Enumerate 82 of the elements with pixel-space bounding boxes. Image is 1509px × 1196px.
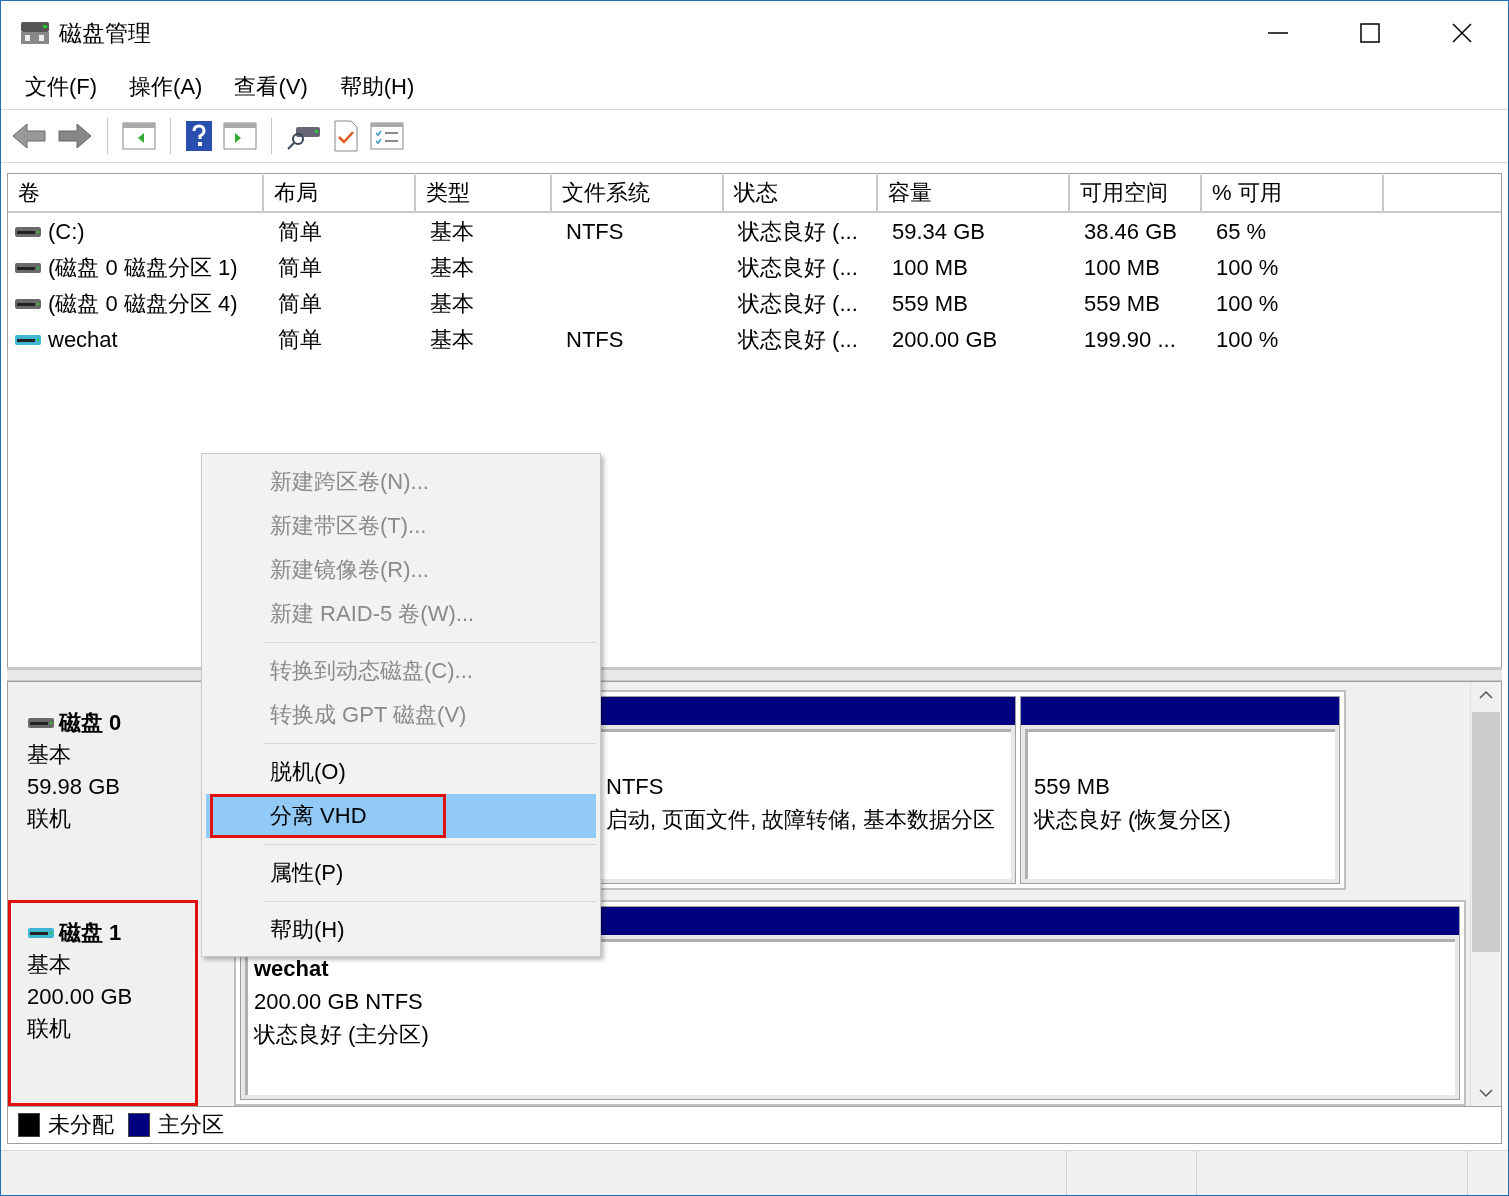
table-cell-text: 200.00 GB xyxy=(891,326,999,353)
table-cell-text: 100 % xyxy=(1215,254,1280,281)
help-button[interactable] xyxy=(185,119,213,152)
column-header[interactable]: % 可用 xyxy=(1202,174,1384,213)
table-cell-text: 基本 xyxy=(429,325,475,354)
table-cell-text: 59.34 GB xyxy=(891,218,986,245)
menu-item[interactable]: 脱机(O) xyxy=(206,750,596,794)
table-cell-text: (磁盘 0 磁盘分区 4) xyxy=(48,289,238,318)
column-header[interactable]: 状态 xyxy=(724,174,878,213)
table-cell-text: 基本 xyxy=(429,289,475,318)
column-header[interactable]: 容量 xyxy=(878,174,1070,213)
partition-info: NTFS xyxy=(606,773,665,802)
table-cell: wechat xyxy=(48,326,118,353)
forward-button[interactable] xyxy=(57,120,93,151)
partition-info: 状态良好 (恢复分区) xyxy=(1034,806,1232,835)
column-header[interactable]: 类型 xyxy=(416,174,552,213)
menu-item[interactable]: 查看(V) xyxy=(224,71,318,102)
table-cell-text: 基本 xyxy=(429,253,475,282)
partition-info: 200.00 GB NTFS xyxy=(254,988,424,1017)
disk-status: 联机 xyxy=(27,1015,72,1044)
table-cell-text: 38.46 GB xyxy=(1083,218,1178,245)
drive-icon xyxy=(14,332,42,347)
table-cell-text: 65 % xyxy=(1215,218,1268,245)
table-cell-text: 简单 xyxy=(277,325,323,354)
drive-icon xyxy=(14,224,42,239)
table-cell-text: 简单 xyxy=(277,217,323,246)
table-cell-text: 状态良好 (... xyxy=(737,217,859,246)
drive-icon xyxy=(14,260,42,275)
table-cell-text: 状态良好 (... xyxy=(737,253,859,282)
column-header[interactable]: 卷 xyxy=(8,174,264,213)
table-cell-text: NTFS xyxy=(565,326,625,353)
menu-item[interactable]: 分离 VHD xyxy=(206,794,596,838)
table-cell-text: 状态良好 (... xyxy=(737,325,859,354)
back-button[interactable] xyxy=(11,120,47,151)
checked-document-button[interactable] xyxy=(332,119,360,152)
partition-header-bar[interactable] xyxy=(1021,697,1339,726)
disk-type: 基本 xyxy=(27,951,72,980)
partition-info: 559 MB xyxy=(1034,773,1111,802)
disk-type: 基本 xyxy=(27,741,72,770)
table-cell-text: 559 MB xyxy=(891,290,969,317)
table-cell-text: 状态良好 (... xyxy=(737,289,859,318)
scrollbar-thumb[interactable] xyxy=(1472,712,1500,953)
maximize-icon[interactable] xyxy=(1360,23,1380,43)
disk-name: 磁盘 0 xyxy=(59,709,122,738)
column-header[interactable]: 可用空间 xyxy=(1070,174,1202,213)
scroll-down-icon[interactable] xyxy=(1479,1088,1493,1099)
disk-name: 磁盘 1 xyxy=(59,919,122,948)
menu-item[interactable]: 属性(P) xyxy=(206,851,596,895)
menu-item[interactable]: 文件(F) xyxy=(15,71,108,102)
table-cell-text: 基本 xyxy=(429,217,475,246)
menu-item[interactable]: 帮助(H) xyxy=(206,908,596,952)
table-cell-text: 简单 xyxy=(277,289,323,318)
table-cell-text: 简单 xyxy=(277,253,323,282)
table-cell-text: 100 MB xyxy=(891,254,969,281)
table-cell-text: NTFS xyxy=(565,218,625,245)
console-tree-button[interactable] xyxy=(122,120,156,151)
table-cell-text: 199.90 ... xyxy=(1083,326,1177,353)
menu-item[interactable]: 帮助(H) xyxy=(329,71,425,102)
close-icon[interactable] xyxy=(1452,23,1472,43)
column-header[interactable]: 布局 xyxy=(264,174,416,213)
table-cell: (C:) xyxy=(48,218,85,245)
action-pane-button[interactable] xyxy=(223,120,257,151)
window-title: 磁盘管理 xyxy=(59,18,152,48)
menu-item[interactable]: 操作(A) xyxy=(119,71,213,102)
table-cell-text: 559 MB xyxy=(1083,290,1161,317)
column-header[interactable]: 文件系统 xyxy=(552,174,724,213)
partition-info: 状态良好 (主分区) xyxy=(254,1021,430,1050)
disk-size: 200.00 GB xyxy=(27,983,134,1012)
checklist-button[interactable] xyxy=(370,120,404,151)
table-cell-text: 100 % xyxy=(1215,326,1280,353)
table-cell-text: 100 % xyxy=(1215,290,1280,317)
scroll-up-icon[interactable] xyxy=(1479,690,1493,701)
table-cell-text: (磁盘 0 磁盘分区 1) xyxy=(48,253,238,282)
disk-management-icon xyxy=(19,20,51,46)
disk-status: 联机 xyxy=(27,805,72,834)
partition-info: 启动, 页面文件, 故障转储, 基本数据分区 xyxy=(606,806,996,835)
disk-size: 59.98 GB xyxy=(27,773,121,802)
legend-label: 主分区 xyxy=(158,1111,224,1140)
table-cell-text: 100 MB xyxy=(1083,254,1161,281)
drive-icon xyxy=(14,296,42,311)
partition-title: wechat xyxy=(254,955,330,984)
legend-label: 未分配 xyxy=(48,1111,114,1140)
